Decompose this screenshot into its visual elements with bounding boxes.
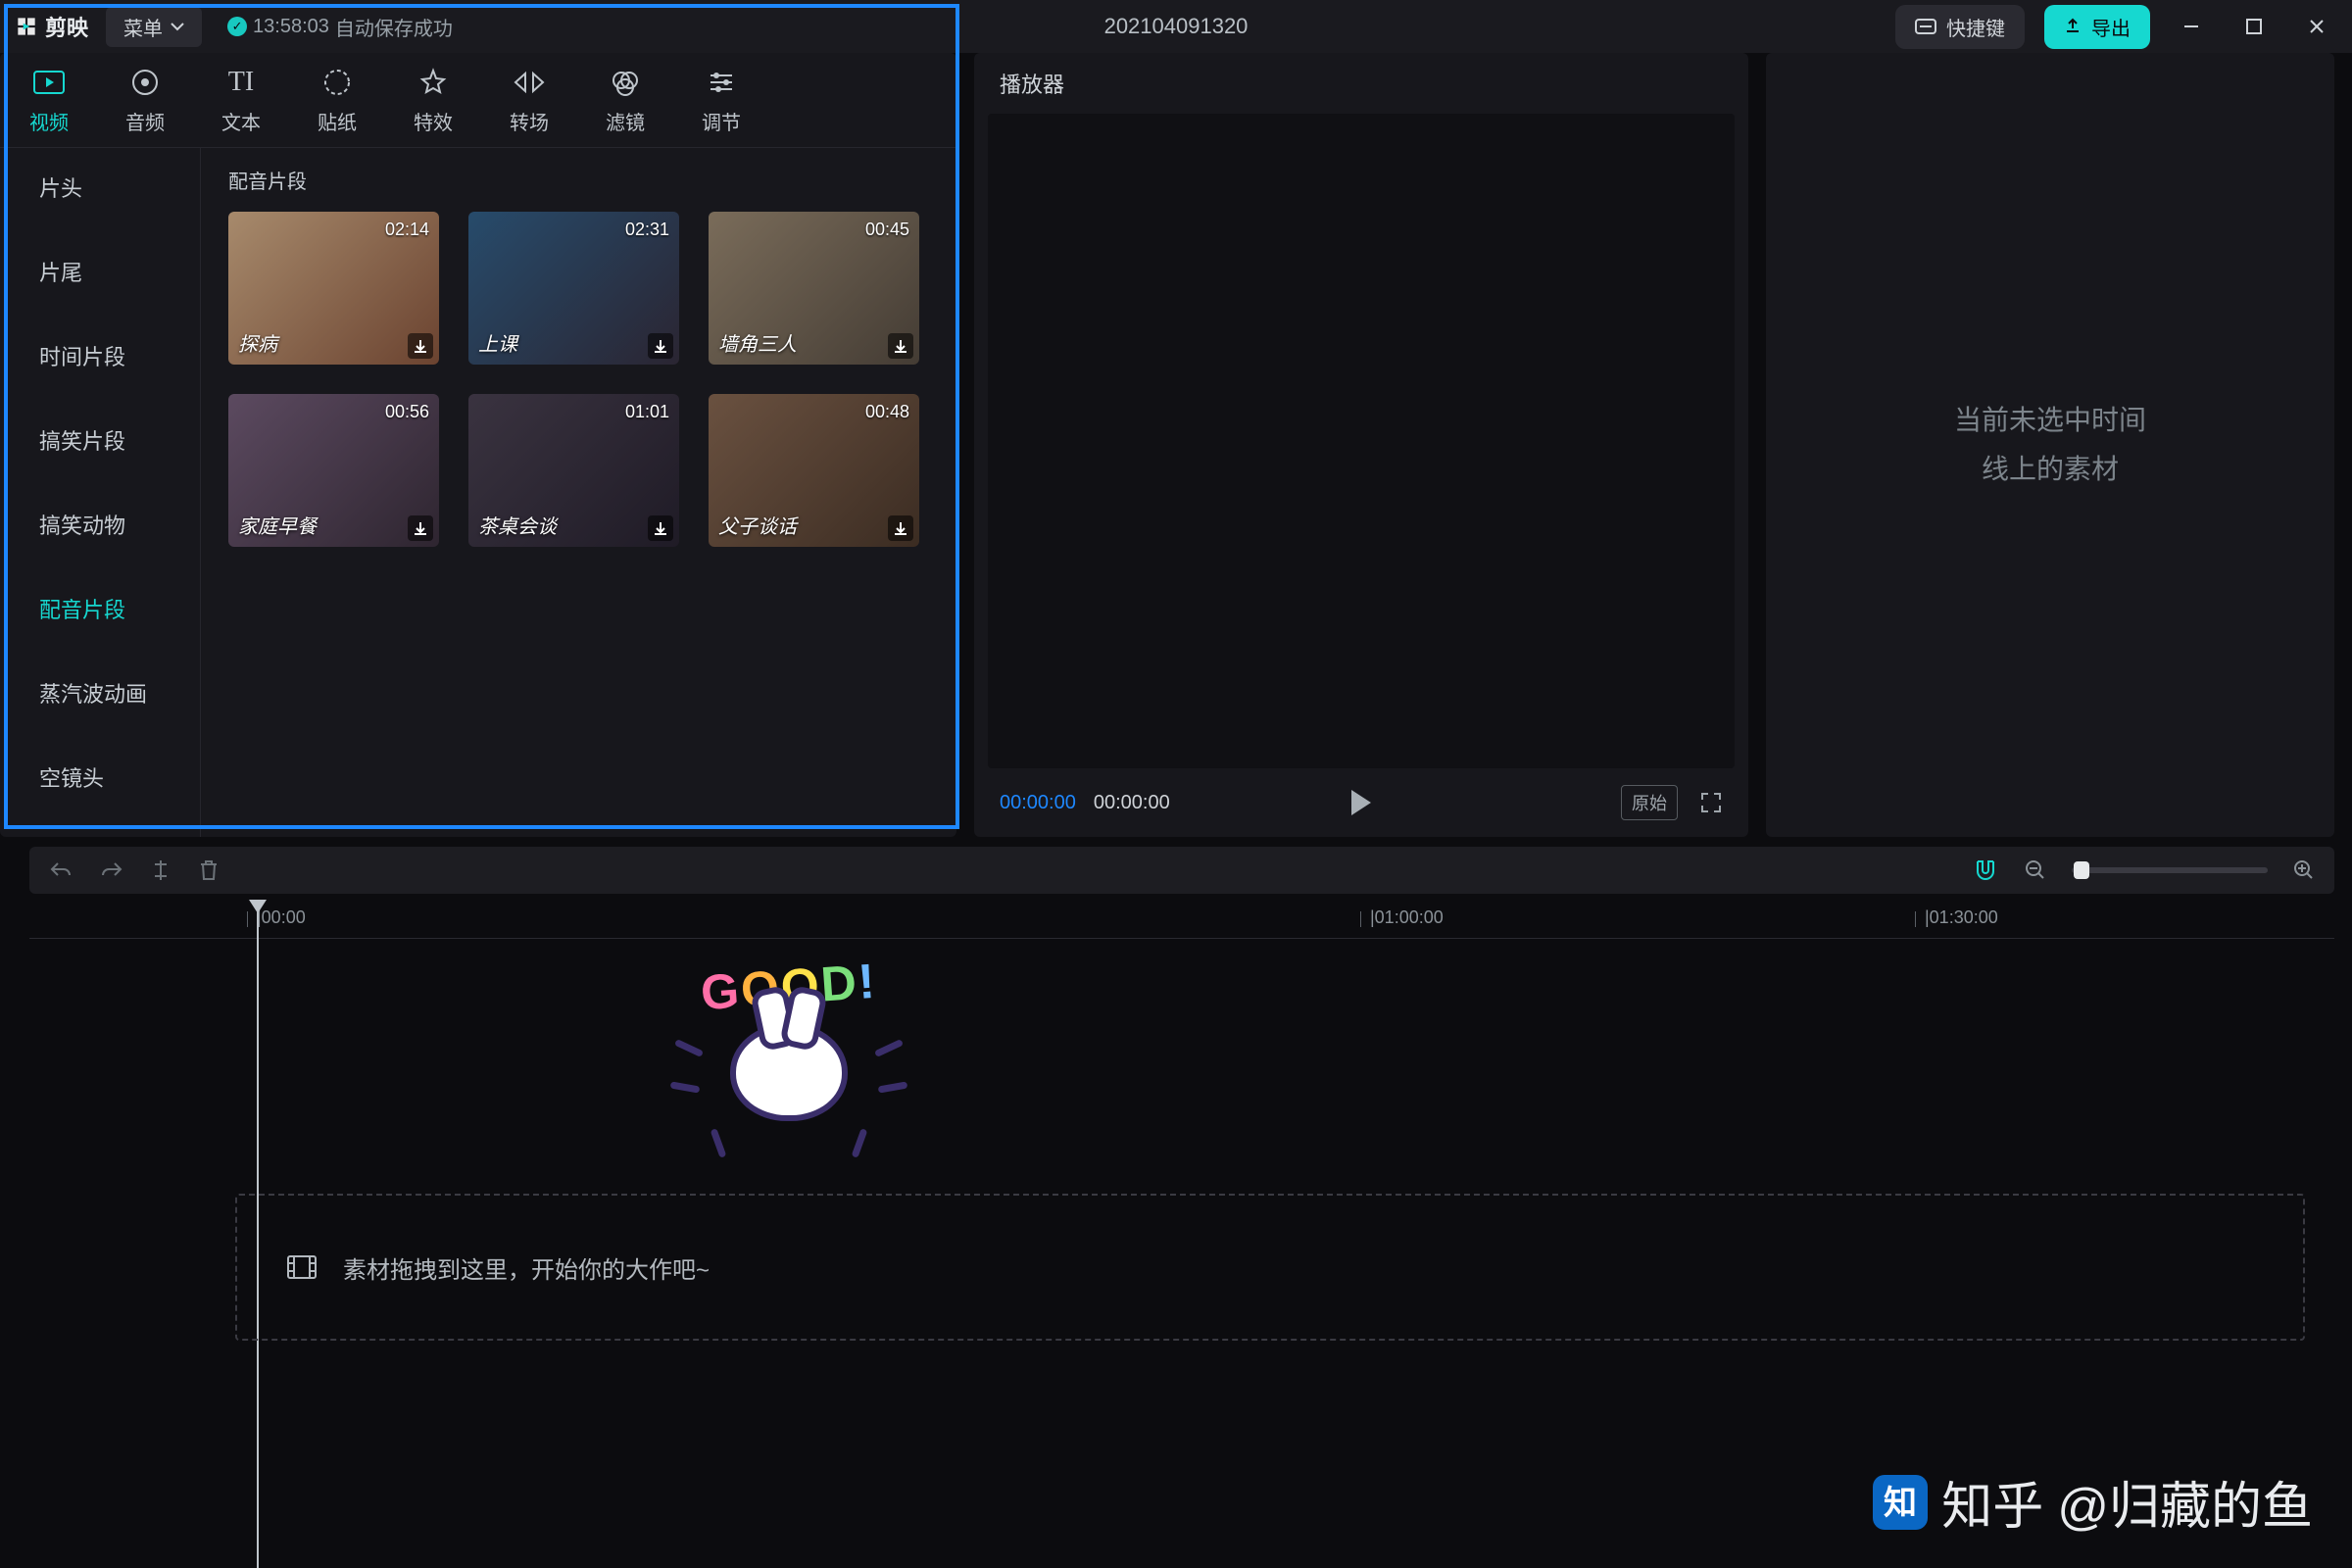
cat-vaporwave[interactable]: 蒸汽波动画 (0, 667, 200, 718)
ruler-mark: |01:00:00 (1370, 907, 1444, 928)
tab-text[interactable]: TI文本 (221, 66, 261, 135)
filter-icon (611, 68, 640, 97)
project-title: 202104091320 (1104, 14, 1249, 39)
transition-icon (513, 71, 546, 94)
logo-icon (14, 14, 39, 39)
tab-effects[interactable]: 特效 (414, 66, 453, 135)
video-icon (32, 70, 66, 95)
audio-icon (130, 68, 160, 97)
close-button[interactable] (2295, 5, 2338, 48)
titlebar: 剪映 菜单 ✓ 13:58:03 自动保存成功 202104091320 快捷键… (0, 0, 2352, 53)
app-name: 剪映 (45, 11, 88, 42)
inspector-empty-text: 当前未选中时间 线上的素材 (1954, 396, 2146, 495)
zoom-slider[interactable] (2072, 867, 2268, 873)
ruler-mark: |01:30:00 (1925, 907, 1998, 928)
magnet-icon (1972, 858, 1999, 882)
timeline-ruler[interactable]: |00:00 |01:00:00 |01:30:00 (29, 900, 2334, 939)
zoom-slider-knob[interactable] (2074, 861, 2089, 879)
clips-section-title: 配音片段 (228, 166, 929, 194)
tab-filter[interactable]: 滤镜 (606, 66, 645, 135)
cat-dubbing[interactable]: 配音片段 (0, 583, 200, 634)
cat-funny[interactable]: 搞笑片段 (0, 415, 200, 466)
effects-icon (418, 68, 448, 97)
clip-item[interactable]: 02:31上课 (468, 212, 679, 365)
cat-intro[interactable]: 片头 (0, 162, 200, 213)
undo-button[interactable] (49, 860, 73, 880)
clip-item[interactable]: 00:48父子谈话 (709, 394, 919, 547)
zoom-out-button[interactable] (2025, 859, 2046, 881)
download-icon[interactable] (408, 333, 433, 359)
good-sticker: GOOD! (664, 927, 913, 1152)
tool-tabs: 视频 音频 TI文本 贴纸 特效 转场 滤镜 调节 (0, 53, 956, 147)
player-title: 播放器 (974, 53, 1748, 114)
time-current: 00:00:00 (1000, 792, 1076, 814)
clip-item[interactable]: 02:14探病 (228, 212, 439, 365)
adjust-icon (707, 70, 736, 95)
export-icon (2064, 18, 2082, 35)
export-button[interactable]: 导出 (2044, 5, 2150, 49)
sticker-icon (322, 68, 352, 97)
rays-icon (664, 927, 913, 1152)
app-logo: 剪映 (14, 11, 88, 42)
tab-adjust[interactable]: 调节 (702, 66, 741, 135)
inspector-panel: 当前未选中时间 线上的素材 (1766, 53, 2334, 837)
magnet-button[interactable] (1972, 858, 1999, 882)
player-panel: 播放器 00:00:00 00:00:00 原始 (974, 53, 1748, 837)
cat-outro[interactable]: 片尾 (0, 246, 200, 297)
aspect-ratio-button[interactable]: 原始 (1621, 785, 1678, 820)
keyboard-icon (1915, 19, 1936, 34)
cat-animals[interactable]: 搞笑动物 (0, 499, 200, 550)
split-button[interactable] (151, 858, 171, 882)
clip-item[interactable]: 00:56家庭早餐 (228, 394, 439, 547)
zoom-in-button[interactable] (2293, 859, 2315, 881)
delete-button[interactable] (198, 858, 220, 882)
zhihu-icon: 知 (1873, 1475, 1928, 1530)
timeline-drop-zone[interactable]: 素材拖拽到这里，开始你的大作吧~ (235, 1194, 2305, 1341)
tab-sticker[interactable]: 贴纸 (318, 66, 357, 135)
ruler-mark: |00:00 (257, 907, 306, 928)
tab-transition[interactable]: 转场 (510, 66, 549, 135)
menu-dropdown[interactable]: 菜单 (106, 7, 202, 47)
play-button[interactable] (1348, 788, 1374, 817)
watermark: 知 知乎 @归藏的鱼 (1873, 1465, 2313, 1539)
fullscreen-button[interactable] (1699, 791, 1723, 814)
film-icon (286, 1254, 318, 1280)
download-icon[interactable] (888, 515, 913, 541)
tab-video[interactable]: 视频 (29, 66, 69, 135)
player-viewport[interactable] (988, 114, 1735, 768)
clip-item[interactable]: 00:45墙角三人 (709, 212, 919, 365)
text-icon: TI (228, 66, 254, 99)
download-icon[interactable] (888, 333, 913, 359)
timeline-toolbar (29, 847, 2334, 894)
player-controls: 00:00:00 00:00:00 原始 (974, 768, 1748, 837)
cat-empty[interactable]: 空镜头 (0, 752, 200, 803)
category-list: 片头 片尾 时间片段 搞笑片段 搞笑动物 配音片段 蒸汽波动画 空镜头 (0, 148, 201, 837)
download-icon[interactable] (648, 333, 673, 359)
autosave-status: ✓ 13:58:03 自动保存成功 (227, 13, 453, 41)
download-icon[interactable] (408, 515, 433, 541)
cat-time[interactable]: 时间片段 (0, 330, 200, 381)
time-total: 00:00:00 (1094, 792, 1170, 814)
media-panel: 视频 音频 TI文本 贴纸 特效 转场 滤镜 调节 片头 片尾 时间片段 搞笑片… (0, 53, 956, 837)
tab-audio[interactable]: 音频 (125, 66, 165, 135)
shortcuts-button[interactable]: 快捷键 (1895, 5, 2025, 49)
download-icon[interactable] (648, 515, 673, 541)
svg-text:知: 知 (1884, 1485, 1917, 1522)
check-icon: ✓ (227, 17, 247, 36)
chevron-down-icon (171, 22, 184, 31)
clip-item[interactable]: 01:01茶桌会谈 (468, 394, 679, 547)
fullscreen-icon (1699, 791, 1723, 814)
maximize-button[interactable] (2232, 5, 2276, 48)
minimize-button[interactable] (2170, 5, 2213, 48)
redo-button[interactable] (100, 860, 123, 880)
clips-area: 配音片段 02:14探病 02:31上课 00:45墙角三人 00:56家庭早餐… (201, 148, 956, 837)
